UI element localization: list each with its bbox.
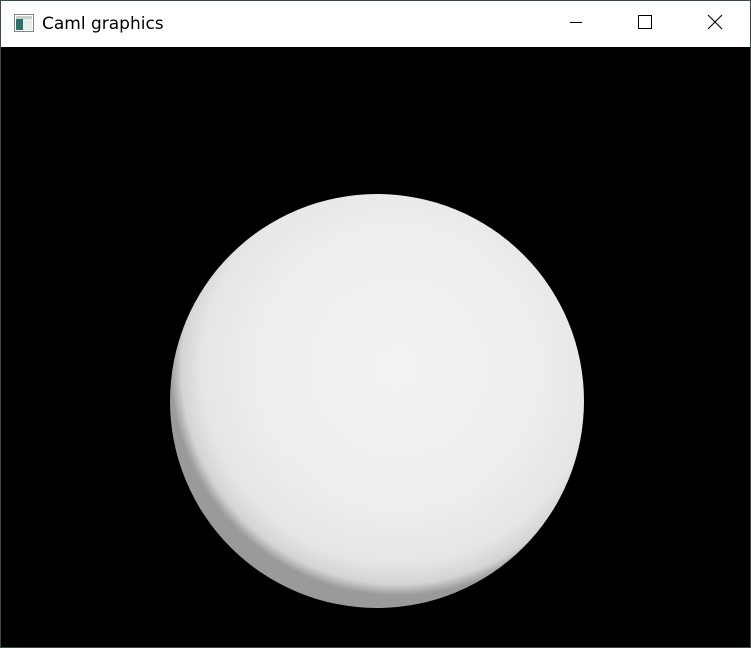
close-button[interactable] [692, 1, 738, 47]
sphere [170, 194, 584, 608]
minimize-button[interactable] [553, 1, 599, 47]
window-title: Caml graphics [42, 14, 164, 34]
title-bar[interactable]: Caml graphics [1, 1, 750, 47]
app-window: Caml graphics [0, 0, 751, 648]
app-icon[interactable] [14, 14, 34, 32]
maximize-button[interactable] [622, 1, 668, 47]
graphics-canvas[interactable] [1, 47, 750, 647]
maximize-icon [637, 14, 653, 34]
sphere-render [1, 47, 750, 647]
minimize-icon [568, 14, 584, 34]
close-icon [707, 14, 723, 34]
